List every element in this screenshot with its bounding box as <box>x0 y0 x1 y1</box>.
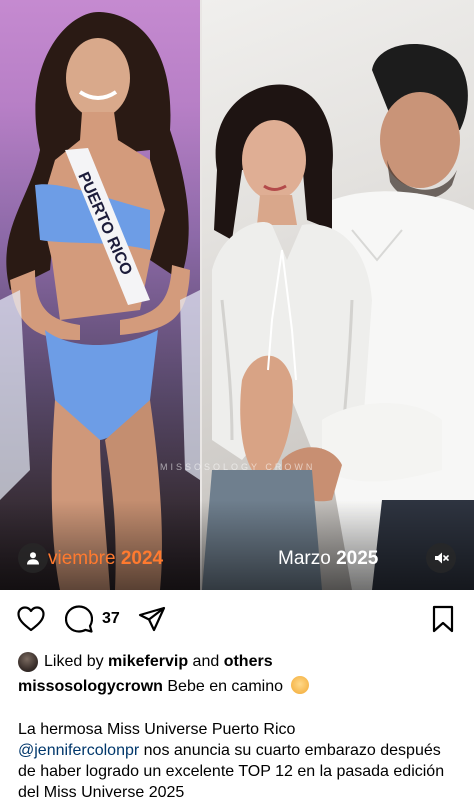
speaker-muted-icon <box>435 552 449 564</box>
person-icon <box>27 552 39 565</box>
heart-icon <box>17 606 45 632</box>
liker-username[interactable]: mikefervip <box>108 653 188 671</box>
caption-username[interactable]: missosologycrown <box>18 678 163 695</box>
baby-emoji-icon <box>291 676 310 694</box>
date-right-year: 2025 <box>336 548 379 569</box>
share-button[interactable] <box>137 604 167 634</box>
comment-count: 37 <box>102 610 120 627</box>
mute-button[interactable] <box>426 543 456 573</box>
likes-middle: and <box>192 653 220 670</box>
liker-avatar <box>18 652 38 672</box>
likes-row[interactable]: Liked by mikefervip and others <box>18 650 273 674</box>
mention-link[interactable]: @jennifercolonpr <box>18 742 139 759</box>
caption-text: Bebe en camino <box>167 678 284 695</box>
description-start: La hermosa Miss Universe Puerto Rico <box>18 721 296 738</box>
save-button[interactable] <box>428 604 458 634</box>
likes-prefix: Liked by <box>44 653 104 670</box>
action-bar: 37 <box>0 598 474 638</box>
tagged-users-button[interactable] <box>18 543 48 573</box>
post-media[interactable]: PUERTO RICO MISSOSOLOGY CROWN viembre 20… <box>0 0 474 590</box>
date-label-left: viembre 2024 <box>48 548 163 570</box>
watermark: MISSOSOLOGY CROWN <box>160 462 316 472</box>
likes-others[interactable]: others <box>224 653 273 671</box>
share-icon <box>138 606 166 632</box>
comment-button[interactable] <box>64 604 94 634</box>
date-label-right: Marzo 2025 <box>278 548 378 570</box>
date-left-month: viembre <box>48 548 116 569</box>
like-button[interactable] <box>16 604 46 634</box>
bookmark-icon <box>432 605 454 633</box>
date-right-month: Marzo <box>278 548 331 569</box>
media-gradient <box>0 500 474 590</box>
post-description: La hermosa Miss Universe Puerto Rico @je… <box>18 719 458 803</box>
comment-icon <box>65 605 93 633</box>
caption: missosologycrown Bebe en camino <box>18 676 310 696</box>
date-left-year: 2024 <box>120 548 164 569</box>
